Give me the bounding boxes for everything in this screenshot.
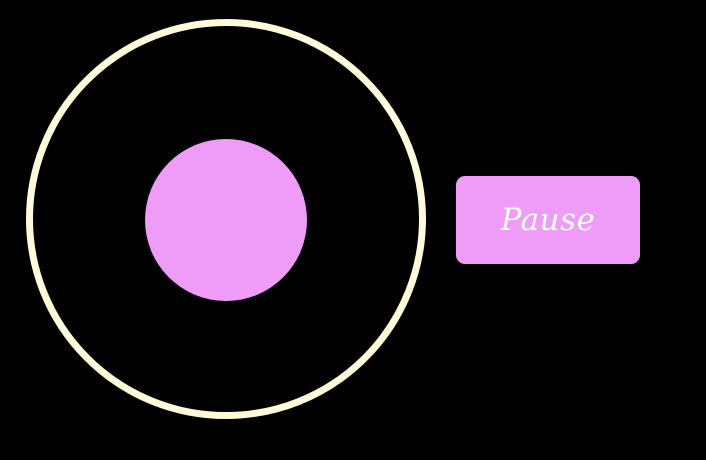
pause-button[interactable]: Pause bbox=[456, 176, 640, 264]
inner-breath-circle bbox=[145, 139, 307, 301]
pause-button-label: Pause bbox=[500, 202, 596, 238]
breathing-exercise-stage: Pause bbox=[0, 0, 706, 460]
